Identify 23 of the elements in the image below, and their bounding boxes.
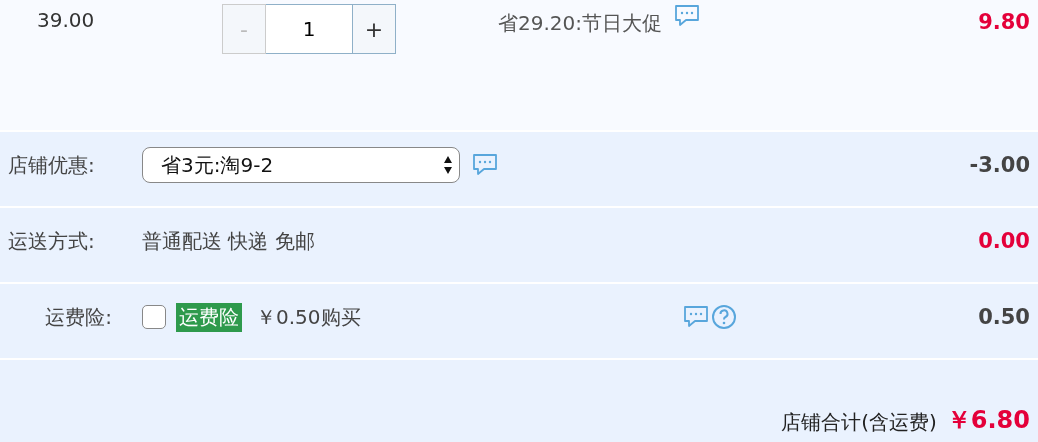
promo-text: 省29.20:节日大促: [498, 10, 662, 37]
unit-price: 39.00: [36, 7, 96, 32]
shipping-method: 普通配送 快递 免邮: [142, 227, 315, 255]
insurance-tag: 运费险: [176, 302, 242, 332]
increase-button[interactable]: +: [352, 4, 396, 54]
total-amount: ￥6.80: [946, 405, 1030, 436]
row-amount: -3.00: [969, 153, 1031, 177]
total-label: 店铺合计(含运费): [781, 409, 937, 436]
comment-icon[interactable]: [682, 305, 709, 329]
insurance-checkbox[interactable]: [142, 305, 166, 329]
row-amount: 0.00: [978, 229, 1031, 253]
comment-icon[interactable]: [674, 4, 700, 28]
updown-icon: [443, 155, 453, 175]
comment-icon[interactable]: [472, 153, 498, 177]
row-label: 店铺优惠:: [7, 151, 96, 179]
row-label: 运费险:: [44, 303, 113, 331]
subtotal: 9.80: [978, 9, 1031, 34]
quantity-field[interactable]: 1: [266, 4, 352, 54]
insurance-price: ￥0.50购买: [256, 303, 361, 331]
help-icon[interactable]: [710, 304, 737, 330]
row-amount: 0.50: [978, 305, 1031, 329]
coupon-select[interactable]: 省3元:淘9-2: [142, 147, 460, 183]
row-label: 运送方式:: [7, 227, 96, 255]
